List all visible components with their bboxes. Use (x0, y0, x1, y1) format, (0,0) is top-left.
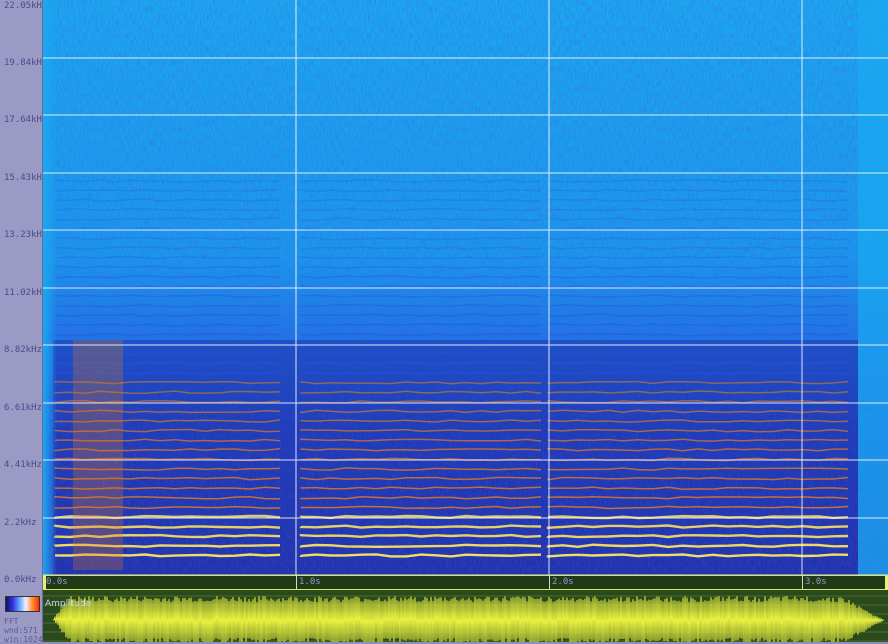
time-tick (296, 576, 297, 589)
waveform-view[interactable]: Amplitude (43, 590, 888, 642)
window-count-label: wnd:571 (4, 626, 38, 635)
time-axis[interactable]: 0.0s 1.0s 2.0s 3.0s (43, 575, 888, 590)
freq-label: 8.82kHz (4, 345, 42, 355)
freq-label: 0.0kHz (4, 575, 37, 585)
harmonic-line (299, 533, 542, 539)
freq-label: 6.61kHz (4, 403, 42, 413)
freq-label: 2.2kHz (4, 518, 37, 528)
harmonic-line (546, 524, 849, 529)
time-tick (549, 576, 550, 589)
freq-label: 22.05kHz (4, 1, 48, 11)
freq-label: 13.23kHz (4, 230, 48, 240)
freq-label: 19.84kHz (4, 58, 48, 68)
onset-burst (73, 340, 123, 570)
time-label: 2.0s (552, 577, 574, 587)
frequency-axis: 22.05kHz 19.84kHz 17.64kHz 15.43kHz 13.2… (0, 0, 47, 590)
waveform-label: Amplitude (45, 599, 92, 609)
time-label: 3.0s (805, 577, 827, 587)
colormap-swatch[interactable] (5, 596, 40, 612)
harmonic-line (299, 543, 542, 549)
freq-label: 17.64kHz (4, 115, 48, 125)
freq-label: 4.41kHz (4, 460, 42, 470)
time-label: 0.0s (46, 577, 68, 587)
time-tick (802, 576, 803, 589)
spectrogram-image (43, 0, 888, 575)
waveform-line (53, 595, 884, 642)
freq-label: 15.43kHz (4, 173, 48, 183)
spectrogram-view[interactable] (43, 0, 888, 575)
waveform-image (43, 595, 888, 642)
window-size-label: win:1024 (4, 635, 43, 644)
fft-label: FFT (4, 617, 19, 626)
info-panel: FFT wnd:571 win:1024 (0, 590, 43, 644)
energy-band (53, 340, 858, 575)
freq-label: 11.02kHz (4, 288, 48, 298)
time-label: 1.0s (299, 577, 321, 587)
